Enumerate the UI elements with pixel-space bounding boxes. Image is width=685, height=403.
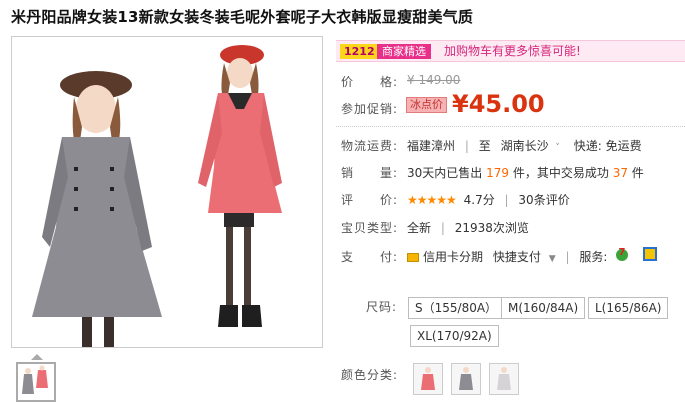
promo-cart-text[interactable]: 加购物车有更多惊喜可能! — [444, 44, 581, 59]
sales-count: 179 — [486, 166, 510, 180]
service-label: 服务: — [579, 250, 608, 264]
separator: | — [464, 139, 469, 153]
rating-label: 评 价: — [341, 193, 399, 207]
chevron-down-icon[interactable]: ▼ — [549, 254, 556, 264]
payment-label: 支 付: — [341, 250, 399, 264]
thumbnail-1[interactable] — [16, 362, 56, 402]
product-type-label: 宝贝类型: — [341, 221, 399, 235]
separator: | — [440, 221, 445, 235]
sales-mid: 件，其中交易成功 — [512, 166, 609, 180]
sales-label: 销 量: — [341, 166, 399, 180]
shipping-label: 物流运费: — [341, 139, 399, 153]
rating-score: 4.7分 — [463, 193, 495, 207]
rating-info: ★★★★★ 4.7分 | 30条评价 — [407, 191, 570, 208]
rating-stars: ★★★★★ — [407, 193, 457, 207]
promo-date-tag: 1212 — [340, 44, 379, 59]
sales-info: 30天内已售出 179 件，其中交易成功 37 件 — [407, 164, 644, 181]
thumbnail-pointer — [31, 354, 43, 360]
original-price: ¥ 149.00 — [407, 73, 461, 87]
size-option-s[interactable]: S（155/80A） — [408, 297, 505, 319]
view-count: 21938次浏览 — [454, 221, 529, 235]
shipping-to-prefix: 至 — [478, 139, 491, 153]
seven-day-return-icon[interactable]: 7 — [614, 246, 630, 262]
promo-bar[interactable]: 1212 商家精选 加购物车有更多惊喜可能! — [336, 40, 685, 62]
size-label: 尺码: — [366, 300, 398, 314]
review-count[interactable]: 30条评价 — [518, 193, 569, 207]
promotion-price: ¥45.00 — [452, 90, 545, 118]
color-swatch-image — [497, 367, 511, 390]
installment-payment[interactable]: 信用卡分期 — [423, 250, 483, 264]
svg-text:7: 7 — [619, 247, 626, 258]
color-swatch-image — [459, 367, 473, 390]
sales-suffix: 件 — [631, 166, 644, 180]
divider — [336, 126, 685, 127]
size-option-xl[interactable]: XL(170/92A) — [410, 325, 499, 347]
product-type-info: 全新 | 21938次浏览 — [407, 219, 529, 236]
sales-prefix: 30天内已售出 — [407, 166, 483, 180]
shipping-from: 福建漳州 — [407, 139, 456, 153]
quick-pay[interactable]: 快捷支付 — [493, 250, 541, 264]
color-swatch-image — [421, 367, 435, 390]
size-option-m[interactable]: M(160/84A) — [501, 297, 586, 319]
shipping-info: 福建漳州 | 至 湖南长沙 ˅ 快递: 免运费 — [407, 137, 642, 154]
product-condition: 全新 — [407, 221, 432, 235]
payment-info: 信用卡分期 快捷支付 ▼ | 服务: — [407, 248, 607, 265]
color-swatch-grey[interactable] — [451, 363, 481, 395]
credit-card-icon — [407, 253, 419, 262]
price-label: 价 格: — [341, 75, 399, 89]
color-swatch-light[interactable] — [489, 363, 519, 395]
promo-selection-tag: 商家精选 — [377, 44, 431, 59]
sales-success-count: 37 — [612, 166, 628, 180]
color-label: 颜色分类: — [341, 368, 399, 382]
separator: | — [565, 250, 570, 264]
shipping-destination[interactable]: 湖南长沙 — [501, 139, 549, 153]
promotion-label: 参加促销: — [341, 102, 399, 116]
product-photo — [12, 37, 322, 347]
size-option-l[interactable]: L(165/86A) — [588, 297, 669, 319]
chevron-down-icon[interactable]: ˅ — [555, 143, 560, 153]
shipping-method: 快递: 免运费 — [573, 139, 642, 153]
main-product-image[interactable] — [11, 36, 323, 348]
thumbnail-strip — [11, 354, 323, 403]
promotion-badge: 冰点价 — [406, 97, 447, 113]
separator: | — [504, 193, 509, 207]
guarantee-icon[interactable] — [643, 247, 657, 261]
color-swatch-pink[interactable] — [413, 363, 443, 395]
product-title: 米丹阳品牌女装13新款女装冬装毛呢外套呢子大衣韩版显瘦甜美气质 — [11, 8, 474, 26]
thumbnail-image — [18, 364, 54, 400]
